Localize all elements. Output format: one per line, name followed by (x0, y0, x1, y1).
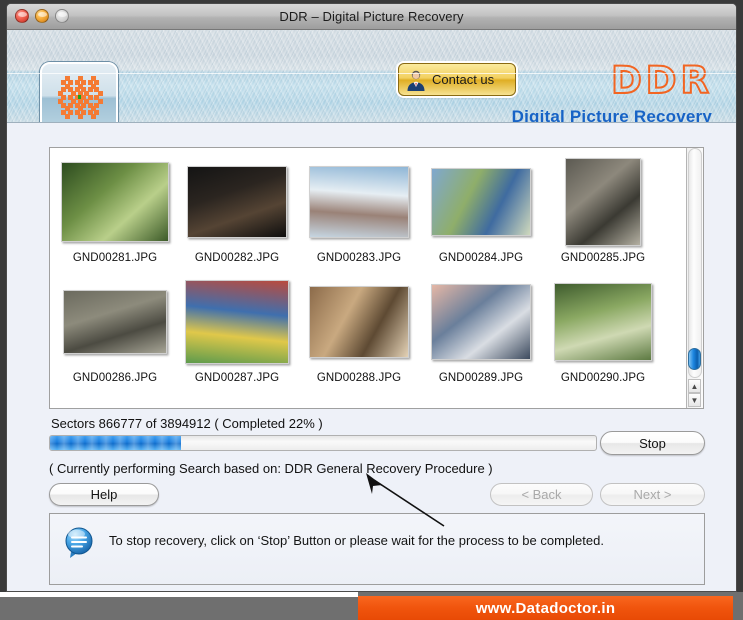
thumbnail-preview[interactable] (309, 166, 409, 238)
contact-us-button[interactable]: Contact us (398, 63, 516, 96)
thumbnail-grid: GND00281.JPG GND00282.JPG GND00283.JPG GND0… (50, 148, 686, 408)
thumbnail-preview[interactable] (63, 290, 167, 354)
thumbnail-item[interactable]: GND00284.JPG (422, 158, 540, 278)
window-frame: DDR – Digital Picture Recovery Contact u… (6, 3, 737, 592)
thumbnail-item[interactable]: GND00290.JPG (544, 278, 662, 398)
ddr-logo-subtitle: Digital Picture Recovery (511, 107, 712, 123)
thumbnail-image-wrap (187, 158, 287, 246)
vertical-scrollbar[interactable]: ▲ ▼ (686, 148, 703, 408)
thumbnail-row: GND00286.JPG GND00287.JPG GND00288.JPG GND0… (54, 278, 682, 398)
window-controls (15, 9, 69, 23)
thumbnail-filename: GND00289.JPG (438, 372, 524, 384)
stop-button[interactable]: Stop (600, 431, 705, 455)
thumbnail-row: GND00281.JPG GND00282.JPG GND00283.JPG GND0… (54, 158, 682, 278)
zoom-button[interactable] (55, 9, 69, 23)
progress-bar-fill (50, 436, 182, 450)
thumbnail-image-wrap (431, 158, 531, 246)
ddr-logo-title: DDR (610, 59, 713, 102)
branding-header: Contact us DDR Digital Picture Recovery (7, 30, 736, 123)
thumbnail-filename: GND00285.JPG (560, 252, 646, 264)
current-operation-text: ( Currently performing Search based on: … (49, 461, 493, 476)
pixel-mosaic-icon (58, 76, 103, 119)
speech-bubble-info-icon (63, 527, 97, 558)
thumbnail-filename: GND00281.JPG (72, 252, 158, 264)
thumbnail-item[interactable]: GND00288.JPG (300, 278, 418, 398)
progress-bar (49, 435, 597, 451)
thumbnail-preview[interactable] (185, 280, 289, 364)
thumbnail-filename: GND00287.JPG (194, 372, 280, 384)
window-title: DDR – Digital Picture Recovery (279, 9, 464, 24)
thumbnail-preview[interactable] (565, 158, 641, 246)
help-button[interactable]: Help (49, 483, 159, 506)
person-icon (404, 68, 428, 92)
application-window: DDR – Digital Picture Recovery Contact u… (0, 0, 743, 620)
thumbnail-image-wrap (63, 278, 167, 366)
thumbnail-image-wrap (309, 158, 409, 246)
thumbnail-image-wrap (431, 278, 531, 366)
thumbnail-preview[interactable] (61, 162, 169, 242)
scroll-down-button[interactable]: ▼ (688, 393, 701, 407)
thumbnail-preview[interactable] (431, 168, 531, 236)
website-banner[interactable]: www.Datadoctor.in (358, 596, 733, 620)
thumbnail-filename: GND00284.JPG (438, 252, 524, 264)
recovered-files-panel: GND00281.JPG GND00282.JPG GND00283.JPG GND0… (49, 147, 704, 409)
minimize-button[interactable] (35, 9, 49, 23)
thumbnail-item[interactable]: GND00286.JPG (56, 278, 174, 398)
thumbnail-preview[interactable] (187, 166, 287, 238)
thumbnail-filename: GND00290.JPG (560, 372, 646, 384)
scroll-thumb[interactable] (688, 348, 701, 370)
thumbnail-image-wrap (554, 278, 652, 366)
thumbnail-preview[interactable] (309, 286, 409, 358)
scrollbar-track[interactable] (688, 148, 702, 378)
scroll-up-button[interactable]: ▲ (688, 379, 701, 393)
thumbnail-image-wrap (309, 278, 409, 366)
info-message-text: To stop recovery, click on ‘Stop’ Button… (109, 533, 604, 548)
thumbnail-image-wrap (61, 158, 169, 246)
sector-status-text: Sectors 866777 of 3894912 ( Completed 22… (51, 416, 323, 431)
back-button[interactable]: < Back (490, 483, 593, 506)
footer-white-gap (0, 592, 358, 597)
thumbnail-item[interactable]: GND00289.JPG (422, 278, 540, 398)
contact-us-label: Contact us (432, 72, 495, 87)
thumbnail-item[interactable]: GND00285.JPG (544, 158, 662, 278)
thumbnail-filename: GND00283.JPG (316, 252, 402, 264)
thumbnail-filename: GND00286.JPG (72, 372, 158, 384)
thumbnail-preview[interactable] (431, 284, 531, 360)
next-button[interactable]: Next > (600, 483, 705, 506)
thumbnail-image-wrap (565, 158, 641, 246)
thumbnail-item[interactable]: GND00281.JPG (56, 158, 174, 278)
close-button[interactable] (15, 9, 29, 23)
title-bar: DDR – Digital Picture Recovery (7, 4, 736, 30)
main-content: GND00281.JPG GND00282.JPG GND00283.JPG GND0… (7, 123, 736, 591)
thumbnail-item[interactable]: GND00282.JPG (178, 158, 296, 278)
thumbnail-image-wrap (185, 278, 289, 366)
thumbnail-item[interactable]: GND00287.JPG (178, 278, 296, 398)
thumbnail-item[interactable]: GND00283.JPG (300, 158, 418, 278)
thumbnail-preview[interactable] (554, 283, 652, 361)
thumbnail-filename: GND00282.JPG (194, 252, 280, 264)
website-banner-text: www.Datadoctor.in (475, 599, 616, 617)
thumbnail-filename: GND00288.JPG (316, 372, 402, 384)
ddr-app-icon (40, 62, 118, 122)
info-message-panel: To stop recovery, click on ‘Stop’ Button… (49, 513, 705, 585)
